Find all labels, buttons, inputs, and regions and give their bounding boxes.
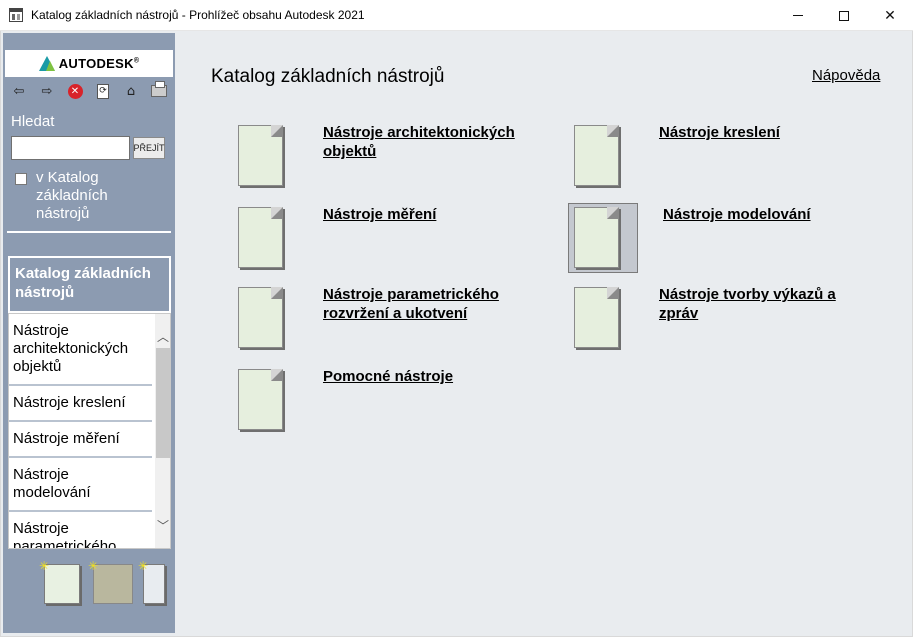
page-fold-icon <box>607 287 619 299</box>
catalog-list-scrollbar[interactable]: ︿ ﹀ <box>155 314 170 548</box>
page-fold-icon <box>271 287 283 299</box>
tool-link[interactable]: Nástroje kreslení <box>659 123 780 142</box>
autodesk-logo-mark <box>38 56 55 71</box>
page-fold-icon <box>271 369 283 381</box>
package-view-icon[interactable]: ✳ <box>138 560 165 604</box>
sidebar-divider <box>7 231 171 233</box>
scroll-thumb[interactable] <box>156 348 170 458</box>
back-button[interactable]: ⇦ <box>5 80 33 102</box>
scroll-down-icon[interactable]: ﹀ <box>155 517 170 534</box>
home-button[interactable]: ⌂ <box>117 80 145 102</box>
catalog-list-items: Nástroje architektonických objektů Nástro… <box>9 314 152 548</box>
tool-link-line: rozvržení a ukotvení <box>323 305 468 322</box>
tool-document-icon[interactable] <box>238 125 283 186</box>
tool-document-icon[interactable] <box>238 369 283 430</box>
refresh-button[interactable]: ⟳ <box>89 80 117 102</box>
tool-document-icon[interactable] <box>238 207 283 268</box>
search-label: Hledat <box>11 113 55 130</box>
print-button[interactable] <box>145 80 173 102</box>
search-go-button[interactable]: PŘEJÍT <box>133 137 165 159</box>
sparkle-icon: ✳ <box>39 559 50 573</box>
back-arrow-icon: ⇦ <box>13 83 25 99</box>
catalog-view-icon[interactable]: ✳ <box>39 560 80 604</box>
tool-document-icon[interactable] <box>574 125 619 186</box>
catalog-list-item[interactable]: Nástroje modelování <box>9 458 152 512</box>
catalog-list-item[interactable]: Nástroje měření <box>9 422 152 458</box>
tool-link[interactable]: Nástroje modelování <box>663 205 811 224</box>
refresh-icon: ⟳ <box>97 83 109 99</box>
stop-button[interactable]: ✕ <box>61 80 89 102</box>
view-mode-icons: ✳ ✳ ✳ <box>39 558 171 606</box>
sidebar: AUTODESK® ⇦ ⇨ ✕ ⟳ ⌂ Hledat PŘEJÍT v Kata… <box>3 33 175 633</box>
catalog-list-item[interactable]: Nástroje kreslení <box>9 386 152 422</box>
page-fold-icon <box>271 207 283 219</box>
autodesk-logo-text: AUTODESK® <box>58 56 140 71</box>
sparkle-icon: ✳ <box>138 559 149 573</box>
search-scope-label: v Katalog základních nástrojů <box>36 169 108 222</box>
tool-link-line: Nástroje architektonických <box>323 124 515 141</box>
maximize-icon <box>839 10 849 21</box>
close-button[interactable]: ✕ <box>867 0 913 31</box>
tool-link-line: Nástroje tvorby výkazů a <box>659 286 836 303</box>
main-content: Katalog základních nástrojů Nápověda Nás… <box>178 33 910 633</box>
catalog-list: Nástroje architektonických objektů Nástro… <box>8 313 171 549</box>
close-icon: ✕ <box>884 7 896 24</box>
tool-document-icon[interactable] <box>574 287 619 348</box>
minimize-button[interactable] <box>775 0 821 31</box>
forward-button[interactable]: ⇨ <box>33 80 61 102</box>
tool-document-icon[interactable] <box>574 207 619 268</box>
tool-link[interactable]: Nástroje měření <box>323 205 436 224</box>
tool-link-line: Nástroje modelování <box>663 206 811 223</box>
search-scope-checkbox[interactable] <box>15 173 27 185</box>
page-fold-icon <box>271 125 283 137</box>
tool-document-icon[interactable] <box>238 287 283 348</box>
autodesk-logo: AUTODESK® <box>5 50 173 77</box>
window-title: Katalog základních nástrojů - Prohlížeč … <box>31 8 365 22</box>
tool-link-line: Nástroje měření <box>323 206 437 223</box>
search-input[interactable] <box>11 136 130 160</box>
tool-link-line: Nástroje parametrického <box>323 286 499 303</box>
palette-view-icon[interactable]: ✳ <box>88 560 133 604</box>
page-fold-icon <box>607 207 619 219</box>
scroll-up-icon[interactable]: ︿ <box>155 328 170 345</box>
current-catalog-title[interactable]: Katalog základních nástrojů <box>8 256 171 313</box>
page-title: Katalog základních nástrojů <box>211 66 445 87</box>
forward-arrow-icon: ⇨ <box>41 83 53 99</box>
tool-link-line: objektů <box>323 143 377 160</box>
printer-icon <box>151 81 167 97</box>
tool-link[interactable]: Nástroje parametrického rozvržení a ukotv… <box>323 285 499 323</box>
home-icon: ⌂ <box>126 83 136 99</box>
app-icon <box>9 8 23 22</box>
tool-link-line: Nástroje kreslení <box>659 124 780 141</box>
help-link[interactable]: Nápověda <box>812 67 880 84</box>
sparkle-icon: ✳ <box>88 559 99 573</box>
title-bar: Katalog základních nástrojů - Prohlížeč … <box>0 0 913 31</box>
tool-link[interactable]: Pomocné nástroje <box>323 367 453 386</box>
tool-link[interactable]: Nástroje architektonických objektů <box>323 123 515 161</box>
stop-icon: ✕ <box>67 83 83 99</box>
catalog-list-item[interactable]: Nástroje architektonických objektů <box>9 314 152 386</box>
minimize-icon <box>793 15 803 16</box>
tool-link[interactable]: Nástroje tvorby výkazů a zpráv <box>659 285 836 323</box>
nav-toolbar: ⇦ ⇨ ✕ ⟳ ⌂ <box>5 80 173 102</box>
catalog-list-item[interactable]: Nástroje parametrického rozvržení a ukot… <box>9 512 152 548</box>
page-fold-icon <box>607 125 619 137</box>
tool-link-line: Pomocné nástroje <box>323 368 454 385</box>
maximize-button[interactable] <box>821 0 867 31</box>
tool-link-line: zpráv <box>659 305 699 322</box>
